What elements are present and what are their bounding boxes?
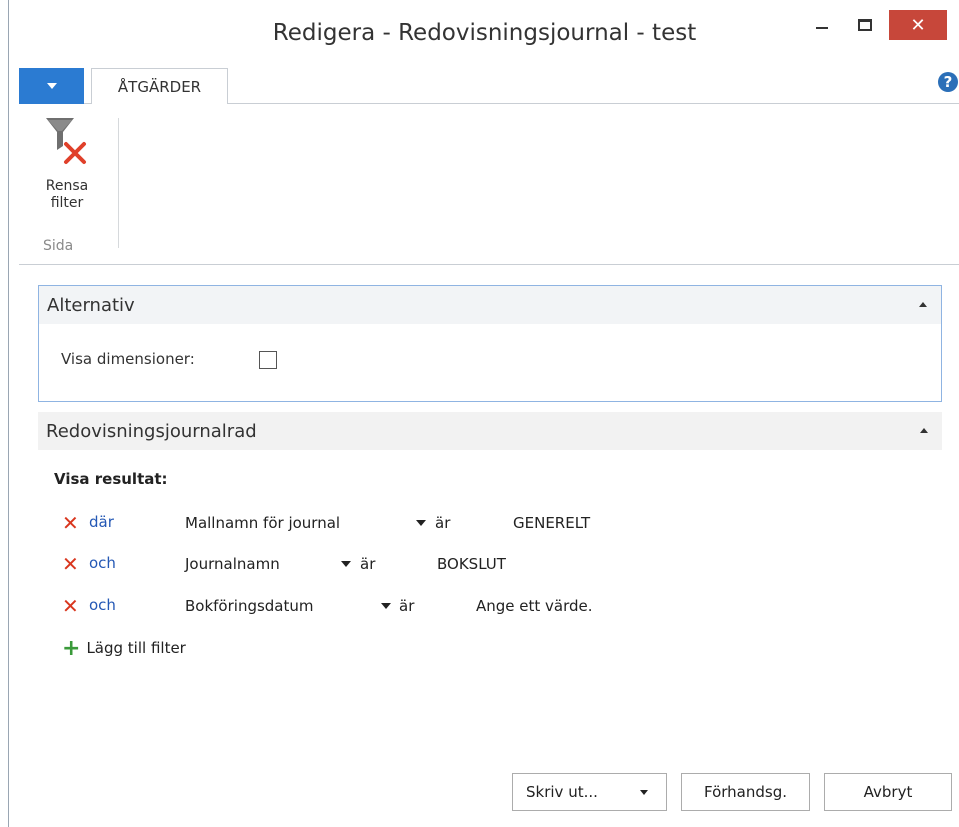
collapse-icon[interactable] (919, 302, 927, 307)
ribbon-group-label: Sida (43, 238, 74, 254)
filter-row: ✕ där Mallnamn för journal är GENERELT (38, 512, 918, 536)
tab-actions[interactable]: ÅTGÄRDER (91, 68, 228, 105)
filter-conjunction: och (89, 554, 116, 572)
add-filter-label: Lägg till filter (86, 639, 186, 657)
clear-filter-label-line2: filter (50, 195, 84, 211)
add-filter-button[interactable]: + Lägg till filter (62, 636, 186, 661)
remove-filter-icon[interactable]: ✕ (62, 553, 79, 575)
show-dimensions-label: Visa dimensioner: (61, 350, 195, 368)
journal-line-header[interactable]: Redovisningsjournalrad (38, 412, 942, 450)
close-button[interactable]: ✕ (889, 10, 947, 40)
help-icon[interactable]: ? (938, 72, 958, 92)
field-dropdown-icon[interactable] (341, 561, 351, 567)
filter-conjunction: och (89, 596, 116, 614)
minimize-icon (816, 27, 828, 29)
field-dropdown-icon[interactable] (381, 603, 391, 609)
title-bar: Redigera - Redovisningsjournal - test ✕ (9, 0, 959, 64)
print-button-label: Skriv ut... (526, 783, 598, 801)
maximize-icon (858, 19, 872, 31)
chevron-down-icon[interactable] (640, 790, 648, 795)
options-header[interactable]: Alternativ (39, 286, 941, 324)
journal-line-header-label: Redovisningsjournalrad (46, 420, 257, 442)
filter-operator: är (399, 597, 415, 615)
close-icon: ✕ (910, 14, 926, 36)
preview-button[interactable]: Förhandsg. (681, 773, 810, 811)
plus-icon: + (62, 636, 81, 661)
clear-filter-label-line1: Rensa (45, 178, 89, 194)
show-dimensions-checkbox[interactable] (259, 351, 277, 369)
filter-field[interactable]: Journalnamn (185, 555, 280, 573)
print-button[interactable]: Skriv ut... (512, 773, 667, 811)
minimize-button[interactable] (802, 10, 842, 40)
filter-field[interactable]: Bokföringsdatum (185, 597, 314, 615)
chevron-down-icon (46, 83, 57, 89)
filter-field[interactable]: Mallnamn för journal (185, 514, 340, 532)
options-fasttab: Alternativ Visa dimensioner: (38, 285, 942, 402)
filter-value[interactable]: GENERELT (513, 514, 590, 532)
field-dropdown-icon[interactable] (416, 520, 426, 526)
options-header-label: Alternativ (47, 294, 135, 316)
remove-filter-icon[interactable]: ✕ (62, 512, 79, 534)
maximize-button[interactable] (845, 10, 885, 40)
filter-value[interactable]: BOKSLUT (437, 555, 506, 573)
clear-filter-icon (46, 118, 86, 164)
ribbon-panel: Rensa filter Sida (19, 104, 959, 265)
clear-filter-button[interactable]: Rensa filter (35, 114, 99, 212)
filter-conjunction: där (89, 513, 114, 531)
filter-value[interactable]: Ange ett värde. (476, 597, 593, 615)
ribbon-divider (118, 118, 119, 248)
filter-row: ✕ och Bokföringsdatum är Ange ett värde. (38, 595, 918, 619)
dialog-window: Redigera - Redovisningsjournal - test ✕ … (8, 0, 959, 827)
collapse-icon[interactable] (920, 428, 928, 433)
ribbon-tab-bar: ÅTGÄRDER ? (19, 64, 959, 105)
filter-operator: är (360, 555, 376, 573)
show-results-label: Visa resultat: (54, 470, 168, 488)
filter-operator: är (435, 514, 451, 532)
clear-filter-label: Rensa filter (35, 178, 99, 212)
remove-filter-icon[interactable]: ✕ (62, 595, 79, 617)
filter-row: ✕ och Journalnamn är BOKSLUT (38, 553, 918, 577)
journal-line-fasttab: Redovisningsjournalrad Visa resultat: ✕ … (38, 412, 942, 772)
ribbon-menu-button[interactable] (19, 68, 84, 104)
cancel-button[interactable]: Avbryt (824, 773, 952, 811)
